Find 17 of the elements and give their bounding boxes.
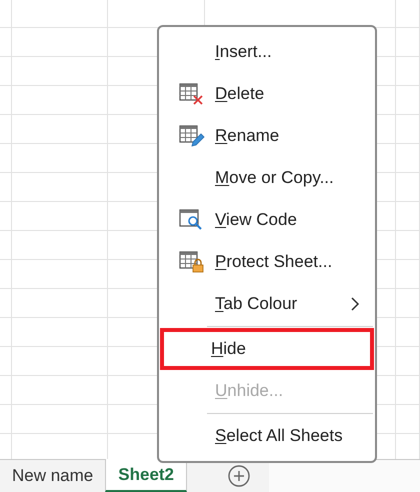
menu-item[interactable]: Select All Sheets (164, 415, 370, 457)
menu-item[interactable]: Tab Colour (164, 283, 370, 325)
magnifier-sheet-icon (178, 208, 204, 232)
lock-sheet-icon (178, 250, 204, 274)
menu-item[interactable]: Hide (160, 328, 374, 370)
pencil-sheet-icon (178, 124, 204, 148)
menu-item[interactable]: Rename (164, 115, 370, 157)
sheet-tab[interactable]: Sheet2 (105, 459, 188, 492)
chevron-right-icon (350, 297, 360, 311)
menu-item[interactable]: Insert... (164, 31, 370, 73)
menu-item[interactable]: View Code (164, 199, 370, 241)
sheet-tab[interactable]: New name (0, 460, 106, 492)
menu-item[interactable]: Delete (164, 73, 370, 115)
delete-sheet-icon (178, 82, 204, 106)
add-sheet-icon[interactable] (227, 464, 252, 488)
menu-item[interactable]: Protect Sheet... (164, 241, 370, 283)
menu-item[interactable]: Move or Copy... (164, 157, 370, 199)
